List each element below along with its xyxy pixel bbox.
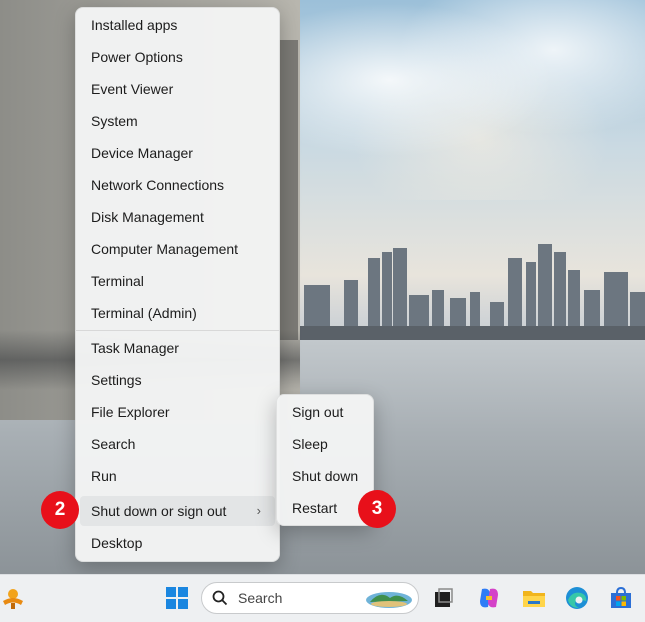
menu-item-installed-apps[interactable]: Installed apps — [80, 10, 275, 40]
menu-item-event-viewer[interactable]: Event Viewer — [80, 74, 275, 104]
widgets-icon[interactable] — [0, 585, 26, 611]
sky-clouds — [280, 0, 645, 200]
menu-item-task-manager[interactable]: Task Manager — [80, 333, 275, 363]
concrete-wall-edge — [278, 40, 298, 340]
taskbar-search-box[interactable]: Search — [201, 582, 419, 614]
menu-item-label: Shut down or sign out — [91, 503, 227, 519]
store-icon[interactable] — [608, 585, 634, 611]
menu-item-disk-management[interactable]: Disk Management — [80, 202, 275, 232]
task-view-icon[interactable] — [430, 585, 456, 611]
menu-item-device-manager[interactable]: Device Manager — [80, 138, 275, 168]
copilot-icon[interactable] — [476, 585, 502, 611]
search-icon — [212, 590, 228, 606]
menu-item-power-options[interactable]: Power Options — [80, 42, 275, 72]
menu-item-run[interactable]: Run — [80, 461, 275, 491]
menu-item-system[interactable]: System — [80, 106, 275, 136]
submenu-item-sleep[interactable]: Sleep — [281, 429, 369, 459]
menu-item-desktop[interactable]: Desktop — [80, 528, 275, 558]
step-badge-3: 3 — [358, 490, 396, 528]
taskbar: Search — [0, 574, 645, 622]
menu-item-file-explorer[interactable]: File Explorer — [80, 397, 275, 427]
menu-item-settings[interactable]: Settings — [80, 365, 275, 395]
menu-item-network-connections[interactable]: Network Connections — [80, 170, 275, 200]
file-explorer-icon[interactable] — [521, 585, 547, 611]
chevron-right-icon: › — [256, 503, 261, 518]
search-highlight-icon — [366, 592, 412, 608]
submenu-item-sign-out[interactable]: Sign out — [281, 397, 369, 427]
search-placeholder: Search — [238, 590, 283, 606]
menu-item-computer-management[interactable]: Computer Management — [80, 234, 275, 264]
menu-item-terminal[interactable]: Terminal — [80, 266, 275, 296]
menu-item-shut-down-or-sign-out[interactable]: Shut down or sign out › — [80, 496, 275, 526]
city-skyline — [292, 244, 645, 340]
submenu-item-shut-down[interactable]: Shut down — [281, 461, 369, 491]
menu-item-search[interactable]: Search — [80, 429, 275, 459]
edge-icon[interactable] — [564, 585, 590, 611]
winx-context-menu: Installed apps Power Options Event Viewe… — [75, 7, 280, 562]
menu-separator — [76, 330, 279, 331]
start-button-icon[interactable] — [164, 585, 190, 611]
menu-item-terminal-admin[interactable]: Terminal (Admin) — [80, 298, 275, 328]
submenu-item-restart[interactable]: Restart — [281, 493, 369, 523]
step-badge-2: 2 — [41, 491, 79, 529]
